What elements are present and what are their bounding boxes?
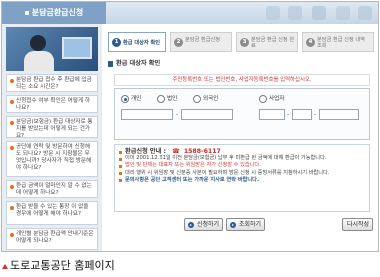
rewrite-button-label: 다시작성 (347, 221, 370, 228)
faq-item[interactable]: 공단에 연락 및 방문하여 신청해도 되나요? 방문 시 지참물은 무엇입니까?… (6, 141, 98, 177)
step-number: 1 (112, 38, 121, 47)
page-title-text: 분담금환급신청 (31, 8, 84, 17)
browser-screenshot: 분담금환급신청 분담금 환급 접수 후 환급에 입금되는 소요 시간은? 신청접… (1, 1, 379, 252)
apply-button[interactable]: 신청하기 (184, 218, 224, 231)
dash-separator: - (314, 111, 317, 118)
section-marker-icon (108, 61, 113, 67)
bullet-icon (10, 79, 14, 83)
step-label: 환급 대상자 확인 (123, 40, 161, 46)
inquiry-button[interactable]: 조회하기 (226, 218, 266, 231)
bullet-icon (119, 164, 122, 168)
operator-photo (6, 27, 98, 71)
radio-label: 법인 (167, 96, 178, 102)
faq-text: 개인별 분담금 환급액 안내기준은 어떻게 되나요? (16, 231, 94, 244)
phone-label: 환급신청 안내 : (125, 148, 166, 155)
bullet-icon (24, 10, 29, 15)
step-4: 4 분담금 환급 신청 내역 조회 (302, 32, 374, 52)
radio-icon (157, 95, 165, 103)
id-type-radio-group: 개인 법인 외국인 사업자 (119, 93, 365, 105)
faq-item[interactable]: 분담금(보험금) 환급 대상자로 통지를 받았는데 어떻게 되는 건가요? (6, 116, 98, 139)
bullet-icon (119, 172, 122, 176)
step-number: 4 (306, 38, 315, 47)
radio-business[interactable]: 사업자 (259, 93, 284, 105)
bullet-icon (10, 185, 14, 189)
info-line: 문의사항은 공단 고객센터 또는 가까운 지사로 연락 바랍니다. (119, 177, 365, 184)
radio-icon (259, 95, 267, 103)
faq-item[interactable]: 분담금 환급 접수 후 환급에 입금되는 소요 시간은? (6, 74, 98, 92)
info-line: 대리 행위 시 위임장 및 신분증 사본이 필요하며 방문 신청 시 증빙서류를… (119, 170, 365, 177)
page-title: 분담금환급신청 (2, 2, 106, 24)
phone-icon: ☎ (172, 148, 180, 155)
page-header: 분담금환급신청 (2, 2, 378, 24)
info-text: 법인 및 단체는 대표자 또는 위임받은 자가 신청할 수 있습니다. (125, 162, 261, 169)
radio-corporation[interactable]: 법인 (157, 93, 177, 105)
radio-individual[interactable]: 개인 (121, 93, 141, 105)
input-notice: 주민등록번호 또는 법인번호, 사업자등록번호를 입력하십시오. (114, 74, 370, 86)
info-box: 환급신청 안내 : ☎ 1588-6117 이미 2001.12.31일 이전 분… (114, 144, 370, 212)
dash-separator: - (287, 111, 290, 118)
inquiry-button-label: 조회하기 (239, 221, 262, 228)
section-title: 환급 대상자 확인 (108, 58, 376, 70)
bullet-icon (119, 179, 122, 183)
step-label: 분담금 환급신청 (185, 37, 221, 43)
resident-number-front-input[interactable] (121, 109, 173, 120)
faq-text: 분담금(보험금) 환급 대상자로 통지를 받았는데 어떻게 되는 건가요? (16, 119, 93, 139)
triangle-icon (2, 264, 8, 269)
sidebar: 분담금 환급 접수 후 환급에 입금되는 소요 시간은? 신청접수 여부 확인은… (2, 24, 102, 251)
step-1: 1 환급 대상자 확인 (108, 32, 166, 52)
step-label: 분담금 환급 신청 완료 (251, 37, 295, 49)
faq-text: 공단에 연락 및 방문하여 신청해도 되나요? 방문 시 지참물은 무엇입니까?… (16, 144, 92, 171)
id-number-inputs: - - - (119, 109, 365, 121)
step-2: 2 분담금 환급신청 (170, 32, 232, 52)
main-content: 1 환급 대상자 확인 2 분담금 환급신청 3 분담금 환급 신청 완료 4 분담금 … (108, 26, 376, 251)
dash-separator: - (176, 111, 179, 118)
business-number-part2-input[interactable] (292, 109, 312, 120)
phone-number: 1588-6117 (183, 148, 221, 155)
rewrite-button[interactable]: 다시작성 (342, 218, 374, 231)
apply-button-label: 신청하기 (197, 221, 220, 228)
image-caption: 도로교통공단 홈페이지 (2, 258, 115, 274)
bullet-icon (10, 121, 14, 125)
faq-item[interactable]: 환급 받을 수 있는 통장 이 없을 경우에 어떻게 해야 하나요? (6, 201, 98, 225)
step-label: 분담금 환급 신청 내역 조회 (317, 37, 365, 49)
play-icon (188, 222, 194, 228)
faq-item[interactable]: 환급 금액이 얼마인지 알 수 없는데 어떻게 하나요? (6, 180, 98, 198)
radio-icon (193, 95, 201, 103)
radio-label: 외국인 (203, 96, 219, 102)
faq-item[interactable]: 신청접수 여부 확인은 어떻게 하나요? (6, 95, 98, 113)
play-icon (230, 222, 236, 228)
resident-number-back-input[interactable] (181, 109, 233, 120)
step-number: 3 (240, 38, 249, 47)
info-text: 문의사항은 공단 고객센터 또는 가까운 지사로 연락 바랍니다. (125, 176, 259, 183)
faq-text: 신청접수 여부 확인은 어떻게 하나요? (16, 98, 91, 111)
radio-icon (121, 95, 129, 103)
info-text: 대리 행위 시 위임장 및 신분증 사본이 필요하며 방문 신청 시 증빙서류를… (125, 169, 330, 176)
business-number-part3-input[interactable] (319, 109, 359, 120)
header-decoration (106, 2, 378, 24)
bullet-icon (10, 100, 14, 104)
radio-label: 사업자 (269, 96, 285, 102)
faq-text: 분담금 환급 접수 후 환급에 입금되는 소요 시간은? (16, 77, 92, 90)
action-buttons: 신청하기 조회하기 다시작성 (108, 218, 376, 232)
bullet-icon (119, 150, 122, 154)
radio-label: 개인 (131, 96, 142, 102)
identity-form: 개인 법인 외국인 사업자 - - - (114, 88, 370, 140)
bullet-icon (10, 233, 14, 237)
radio-foreigner[interactable]: 외국인 (193, 93, 218, 105)
bullet-icon (119, 157, 122, 161)
caption-text: 도로교통공단 홈페이지 (10, 259, 115, 272)
step-3: 3 분담금 환급 신청 완료 (236, 32, 298, 52)
info-text: 이미 2001.12.31일 이전 분담금(보험금) 납부 후 미환급 된 금액… (125, 155, 327, 162)
section-title-text: 환급 대상자 확인 (116, 60, 161, 67)
info-line: 법인 및 단체는 대표자 또는 위임받은 자가 신청할 수 있습니다. (119, 162, 365, 169)
bullet-icon (10, 146, 14, 150)
faq-text: 환급 금액이 얼마인지 알 수 없는데 어떻게 하나요? (16, 183, 92, 196)
faq-item[interactable]: 개인별 분담금 환급액 안내기준은 어떻게 되나요? (6, 228, 98, 250)
business-number-part1-input[interactable] (259, 109, 285, 120)
faq-text: 환급 받을 수 있는 통장 이 없을 경우에 어떻게 해야 하나요? (16, 204, 89, 217)
step-indicator: 1 환급 대상자 확인 2 분담금 환급신청 3 분담금 환급 신청 완료 4 분담금 … (108, 32, 376, 52)
step-number: 2 (174, 38, 183, 47)
bullet-icon (10, 206, 14, 210)
